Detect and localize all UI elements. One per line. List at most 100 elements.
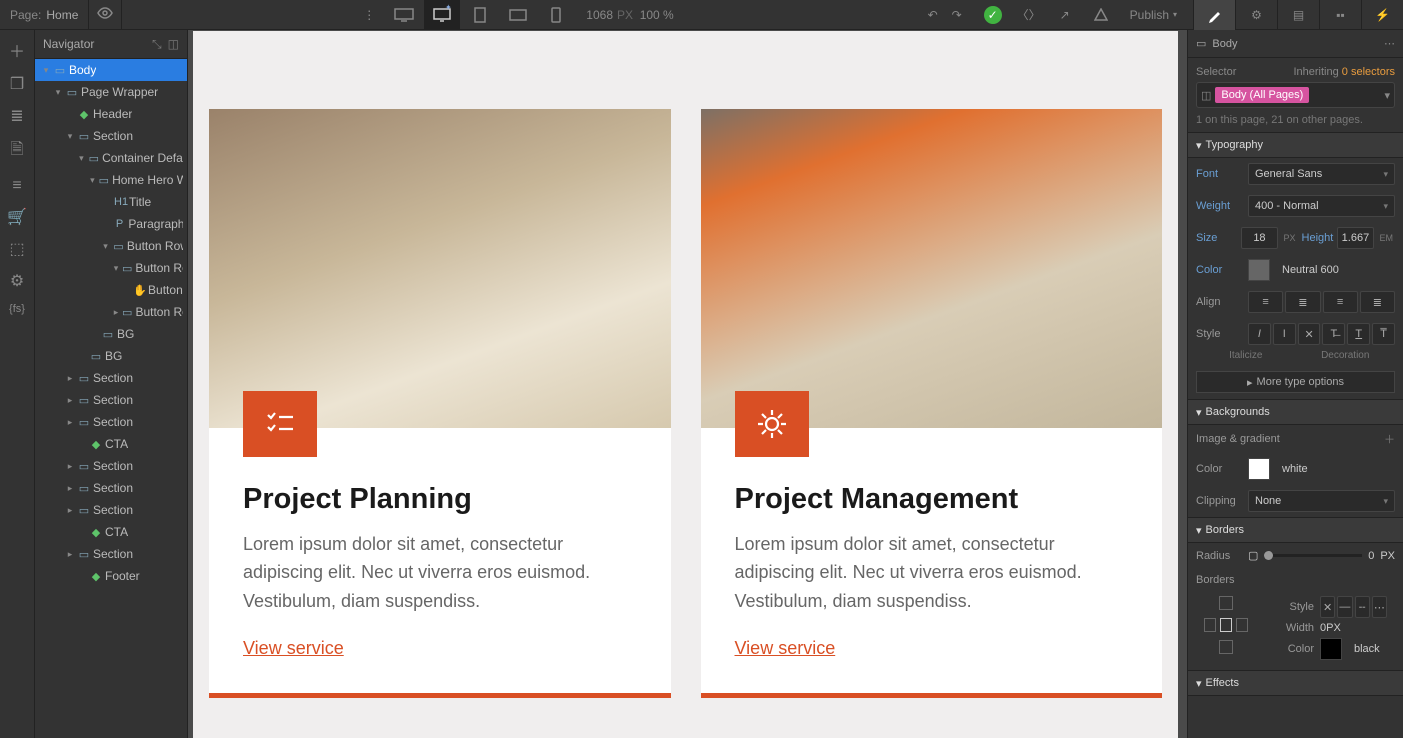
nav-item[interactable]: ✋Button Prima [35,279,187,301]
page-selector[interactable]: Page: Home [0,8,88,22]
device-tablet-icon[interactable] [462,0,498,30]
nav-item[interactable]: ▾▭Body [35,59,187,81]
bg-color-swatch[interactable] [1248,458,1270,480]
border-width-input[interactable]: 0PX [1320,622,1341,634]
assets-icon[interactable]: ⬚ [9,239,24,259]
device-desktop-lg-icon[interactable] [386,0,422,30]
collapse-icon[interactable]: ⤡ [152,37,162,52]
nav-item[interactable]: ▾▭Page Wrapper [35,81,187,103]
settings-rail-icon[interactable]: ⚙ [10,271,24,291]
radius-input[interactable]: 0 [1368,550,1374,562]
nav-item[interactable]: ▾▭Section [35,125,187,147]
border-solid-button[interactable]: — [1337,596,1352,618]
size-input[interactable]: 18 [1241,227,1277,249]
style-tab-icon[interactable] [1193,0,1235,30]
publish-button[interactable]: Publish▾ [1120,8,1187,22]
add-icon[interactable]: ＋ [9,38,25,62]
cube-icon[interactable]: ❒ [10,74,24,94]
code-icon[interactable]: 〈〉 [1012,0,1046,30]
overline-button[interactable]: T̅ [1372,323,1395,345]
nav-item[interactable]: ▭BG [35,345,187,367]
settings-tab-icon[interactable]: ⚙ [1235,0,1277,30]
export-icon[interactable]: ↗ [1048,0,1082,30]
nav-item[interactable]: ▭BG [35,323,187,345]
weight-select[interactable]: 400 - Normal▾ [1248,195,1395,217]
cms-icon[interactable]: ≡ [12,177,21,195]
device-desktop-icon[interactable]: ✦ [424,0,460,30]
nav-item[interactable]: H1Title [35,191,187,213]
radius-corners-icon[interactable]: ▢ [1248,549,1258,562]
audit-icon[interactable] [1084,0,1118,30]
nav-item[interactable]: ▸▭Section [35,411,187,433]
border-color-swatch[interactable] [1320,638,1342,660]
height-input[interactable]: 1.667 [1337,227,1373,249]
clipping-select[interactable]: None▾ [1248,490,1395,512]
fs-icon[interactable]: {fs} [9,303,25,315]
card-link[interactable]: View service [243,638,344,658]
pages-icon[interactable]: 🗎 [11,138,24,165]
nav-item[interactable]: ▸▭Section [35,367,187,389]
nav-item[interactable]: ▸▭Section [35,455,187,477]
nav-item[interactable]: ◆CTA [35,433,187,455]
nav-item[interactable]: ▸▭Button Row La [35,301,187,323]
border-dotted-button[interactable]: ⋯ [1372,596,1387,618]
strike-button[interactable]: T̶ [1322,323,1345,345]
canvas[interactable]: ▭ Body Project Planning Lorem ipsum dolo… [188,30,1187,738]
type-color-value[interactable]: Neutral 600 [1276,259,1395,281]
align-justify-button[interactable]: ≣ [1360,291,1395,313]
border-dashed-button[interactable]: ╌ [1355,596,1370,618]
device-mobile-icon[interactable] [538,0,574,30]
panel-toggle-icon[interactable]: ◫ [168,37,179,52]
underline-button[interactable]: T [1347,323,1370,345]
border-all-button[interactable] [1220,618,1232,632]
more-type-button[interactable]: ▸ More type options [1196,371,1395,393]
italic-off-button[interactable]: I [1273,323,1296,345]
nav-item[interactable]: ▸▭Section [35,499,187,521]
nav-item[interactable]: ◆Footer [35,565,187,587]
decoration-none-button[interactable]: ✕ [1298,323,1321,345]
nav-item[interactable]: PParagraph [35,213,187,235]
font-select[interactable]: General Sans▾ [1248,163,1395,185]
align-center-button[interactable]: ≣ [1285,291,1320,313]
border-right-button[interactable] [1236,618,1248,632]
bg-color-value[interactable]: white [1276,458,1395,480]
device-tablet-ls-icon[interactable] [500,0,536,30]
more-icon[interactable]: ⋯ [1384,37,1395,50]
borders-section[interactable]: ▾ Borders [1188,517,1403,543]
navigator-tree[interactable]: ▾▭Body▾▭Page Wrapper◆Header▾▭Section▾▭Co… [35,59,187,738]
nav-item[interactable]: ◆Header [35,103,187,125]
nav-item[interactable]: ◆CTA [35,521,187,543]
border-bottom-button[interactable] [1219,640,1233,654]
nav-item[interactable]: ▾▭Button Row Fir [35,257,187,279]
selector-input[interactable]: ◫Body (All Pages)▾ [1196,82,1395,108]
ecommerce-icon[interactable]: 🛒 [7,207,27,227]
selector-chip[interactable]: Body (All Pages) [1215,87,1309,103]
nav-item[interactable]: ▾▭Button Row [35,235,187,257]
border-none-button[interactable]: ✕ [1320,596,1335,618]
layout-tab-icon[interactable]: ▤ [1277,0,1319,30]
list-icon[interactable]: ≣ [10,106,23,126]
effects-tab-icon[interactable]: ▪▪ [1319,0,1361,30]
effects-section[interactable]: ▾ Effects [1188,670,1403,696]
backgrounds-section[interactable]: ▾ Backgrounds [1188,399,1403,425]
status-check-icon[interactable]: ✓ [976,0,1010,30]
menu-dots-icon[interactable]: ⋮ [352,0,386,30]
align-left-button[interactable]: ≡ [1248,291,1283,313]
radius-slider[interactable] [1264,554,1362,557]
nav-item[interactable]: ▾▭Home Hero Wrappe [35,169,187,191]
redo-icon[interactable]: ↷ [940,0,974,30]
preview-icon[interactable] [89,7,121,22]
border-left-button[interactable] [1204,618,1216,632]
nav-item[interactable]: ▸▭Section [35,543,187,565]
interactions-tab-icon[interactable]: ⚡ [1361,0,1403,30]
type-color-swatch[interactable] [1248,259,1270,281]
italic-button[interactable]: I [1248,323,1271,345]
nav-item[interactable]: ▸▭Section [35,389,187,411]
nav-item[interactable]: ▸▭Section [35,477,187,499]
border-top-button[interactable] [1219,596,1233,610]
nav-item[interactable]: ▾▭Container Default [35,147,187,169]
card-link[interactable]: View service [735,638,836,658]
add-bg-icon[interactable]: ＋ [1384,431,1395,447]
border-color-value[interactable]: black [1348,643,1380,655]
typography-section[interactable]: ▾ Typography [1188,132,1403,158]
